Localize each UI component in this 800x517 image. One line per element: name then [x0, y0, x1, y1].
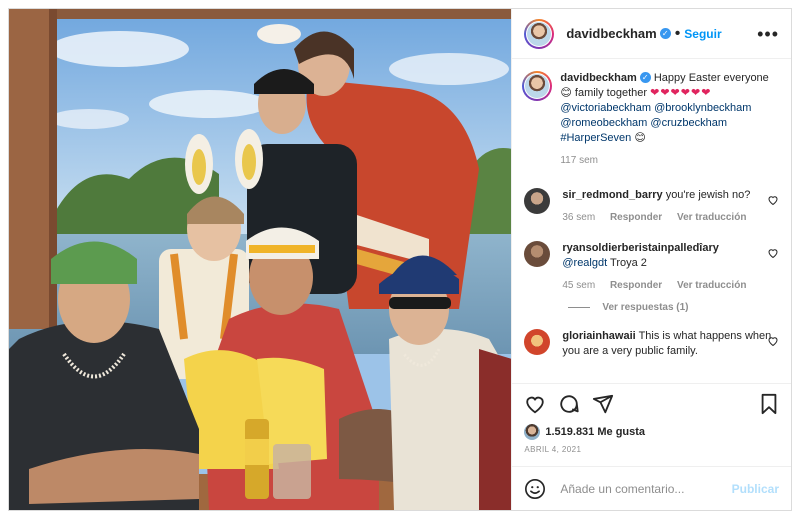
- caption-body: davidbeckham ✓ Happy Easter everyone 😊 fa…: [560, 71, 775, 168]
- post-dialog: davidbeckham ✓ • Seguir ••• davidbeckham…: [8, 8, 792, 511]
- comment-meta: 45 sem Responder Ver traducción: [562, 278, 777, 293]
- smile-emoji-icon: 😊: [634, 132, 646, 144]
- comment-text: Troya 2: [610, 257, 647, 269]
- family-photo-illustration: [9, 9, 512, 510]
- comment-avatar[interactable]: [524, 241, 551, 267]
- likes-label: Me gusta: [597, 426, 646, 438]
- mention-brooklyn[interactable]: @brooklynbeckham: [654, 102, 751, 114]
- caption-avatar[interactable]: [522, 71, 553, 101]
- like-comment-heart-icon[interactable]: [767, 247, 779, 259]
- likes-summary[interactable]: 1.519.831 Me gusta: [524, 424, 779, 440]
- replies-line: [568, 307, 591, 308]
- reply-button[interactable]: Responder: [610, 280, 662, 291]
- comment-body: gloriainhawaii This is what happens when…: [562, 329, 777, 359]
- comment-avatar[interactable]: [524, 329, 551, 355]
- caption-username[interactable]: davidbeckham: [560, 72, 636, 84]
- comment-mention[interactable]: @realgdt: [562, 257, 607, 269]
- comment-body: sir_redmond_barry you're jewish no? 36 s…: [562, 188, 777, 225]
- publish-button[interactable]: Publicar: [732, 482, 779, 496]
- follow-button[interactable]: Seguir: [684, 27, 721, 41]
- comment-username[interactable]: sir_redmond_barry: [562, 189, 662, 201]
- hashtag[interactable]: #HarperSeven: [560, 132, 631, 144]
- comment-text: you're jewish no?: [665, 189, 751, 201]
- like-comment-heart-icon[interactable]: [767, 335, 779, 347]
- bookmark-icon[interactable]: [759, 393, 779, 415]
- avatar-image: [527, 21, 552, 46]
- comment-avatar[interactable]: [524, 188, 551, 214]
- smile-emoji-icon: 😊: [560, 87, 572, 99]
- comment-time: 45 sem: [562, 280, 596, 291]
- caption-text-2: family together: [574, 87, 648, 99]
- profile-avatar[interactable]: [524, 18, 555, 49]
- post-actions: 1.519.831 Me gusta ABRIL 4, 2021: [512, 383, 791, 454]
- comment-item: sir_redmond_barry you're jewish no? 36 s…: [524, 188, 779, 225]
- comment-item: ryansoldierberistainpalledîary @realgdt …: [524, 241, 779, 293]
- paper-plane-icon[interactable]: [592, 393, 614, 415]
- heart-icon[interactable]: [524, 393, 546, 415]
- verified-badge-icon: ✓: [639, 72, 651, 83]
- mention-victoria[interactable]: @victoriabeckham: [560, 102, 651, 114]
- more-options-icon[interactable]: •••: [757, 25, 779, 43]
- likes-count: 1.519.831: [545, 426, 595, 438]
- comment-bubble-icon[interactable]: [558, 393, 580, 415]
- mention-romeo[interactable]: @romeobeckham: [560, 117, 647, 129]
- reply-button[interactable]: Responder: [610, 212, 662, 223]
- post-header: davidbeckham ✓ • Seguir •••: [512, 9, 791, 59]
- caption-meta: 117 sem: [560, 153, 775, 168]
- comment-username[interactable]: gloriainhawaii: [562, 330, 635, 342]
- post-date[interactable]: ABRIL 4, 2021: [524, 445, 779, 454]
- post-photo[interactable]: [9, 9, 512, 510]
- translate-button[interactable]: Ver traducción: [677, 212, 746, 223]
- hearts-emoji-icon: ❤❤❤❤❤❤: [650, 87, 712, 99]
- caption-avatar-image: [525, 74, 550, 98]
- comment-meta: 36 sem Responder Ver traducción: [562, 210, 777, 225]
- post-username[interactable]: davidbeckham: [566, 26, 656, 41]
- view-replies-button[interactable]: Ver respuestas (1): [568, 302, 779, 313]
- comment-time: 36 sem: [562, 212, 596, 223]
- mention-cruz[interactable]: @cruzbeckham: [650, 117, 727, 129]
- comment-body: ryansoldierberistainpalledîary @realgdt …: [562, 241, 777, 293]
- translate-button[interactable]: Ver traducción: [677, 280, 746, 291]
- like-comment-heart-icon[interactable]: [767, 194, 779, 206]
- action-icons: [524, 392, 779, 416]
- caption-text-1: Happy Easter everyone: [653, 72, 769, 84]
- comment-item: gloriainhawaii This is what happens when…: [524, 329, 779, 359]
- caption: davidbeckham ✓ Happy Easter everyone 😊 fa…: [522, 71, 779, 168]
- add-comment-bar: Publicar: [512, 466, 791, 510]
- liker-avatar: [524, 424, 541, 440]
- comments-list[interactable]: davidbeckham ✓ Happy Easter everyone 😊 fa…: [512, 59, 791, 383]
- view-replies-label: Ver respuestas (1): [602, 302, 689, 313]
- emoji-smiley-icon[interactable]: [524, 478, 546, 500]
- verified-badge-icon: ✓: [659, 28, 671, 39]
- caption-time: 117 sem: [560, 155, 598, 166]
- comment-username[interactable]: ryansoldierberistainpalledîary: [562, 242, 719, 254]
- separator-dot: •: [674, 24, 681, 42]
- post-side-panel: davidbeckham ✓ • Seguir ••• davidbeckham…: [511, 9, 791, 510]
- comment-input[interactable]: [558, 480, 732, 497]
